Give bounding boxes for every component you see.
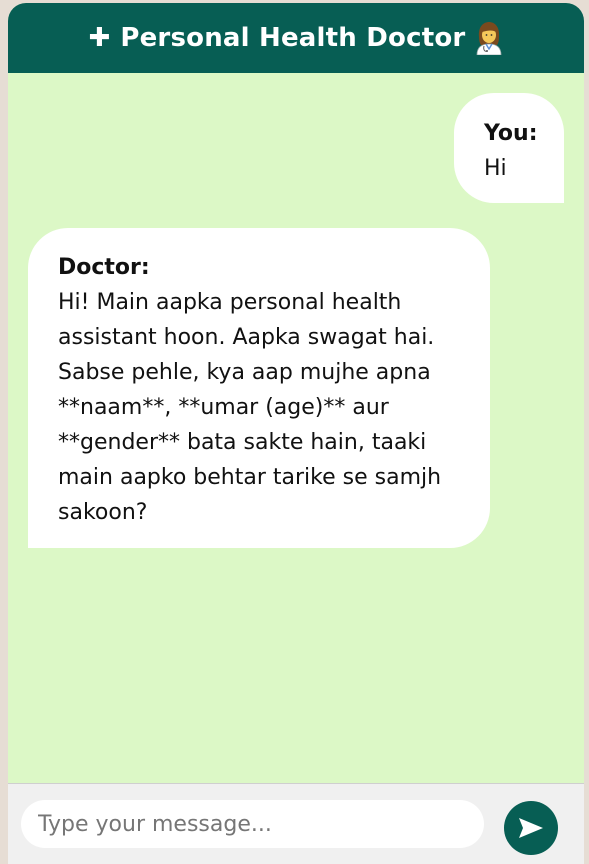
message-sender: You:: [484, 121, 538, 146]
doctor-woman-icon: [475, 21, 503, 56]
message-text: Hi! Main aapka personal health assistant…: [58, 290, 442, 525]
send-arrow-icon: [519, 818, 543, 838]
chat-app: ✚ Personal Health Doctor You: Hi Doctor:…: [8, 3, 584, 864]
message-sender: Doctor:: [58, 255, 150, 280]
app-title: Personal Health Doctor: [120, 23, 466, 53]
message-input[interactable]: [21, 800, 484, 848]
medical-cross-icon: ✚: [88, 23, 111, 53]
doctor-message-bubble: Doctor: Hi! Main aapka personal health a…: [28, 228, 490, 548]
user-message-bubble: You: Hi: [454, 93, 564, 203]
message-text: Hi: [484, 156, 507, 181]
send-button[interactable]: [504, 801, 558, 855]
chat-header: ✚ Personal Health Doctor: [8, 3, 584, 73]
message-composer: [8, 783, 584, 864]
message-list: You: Hi Doctor: Hi! Main aapka personal …: [8, 73, 584, 783]
